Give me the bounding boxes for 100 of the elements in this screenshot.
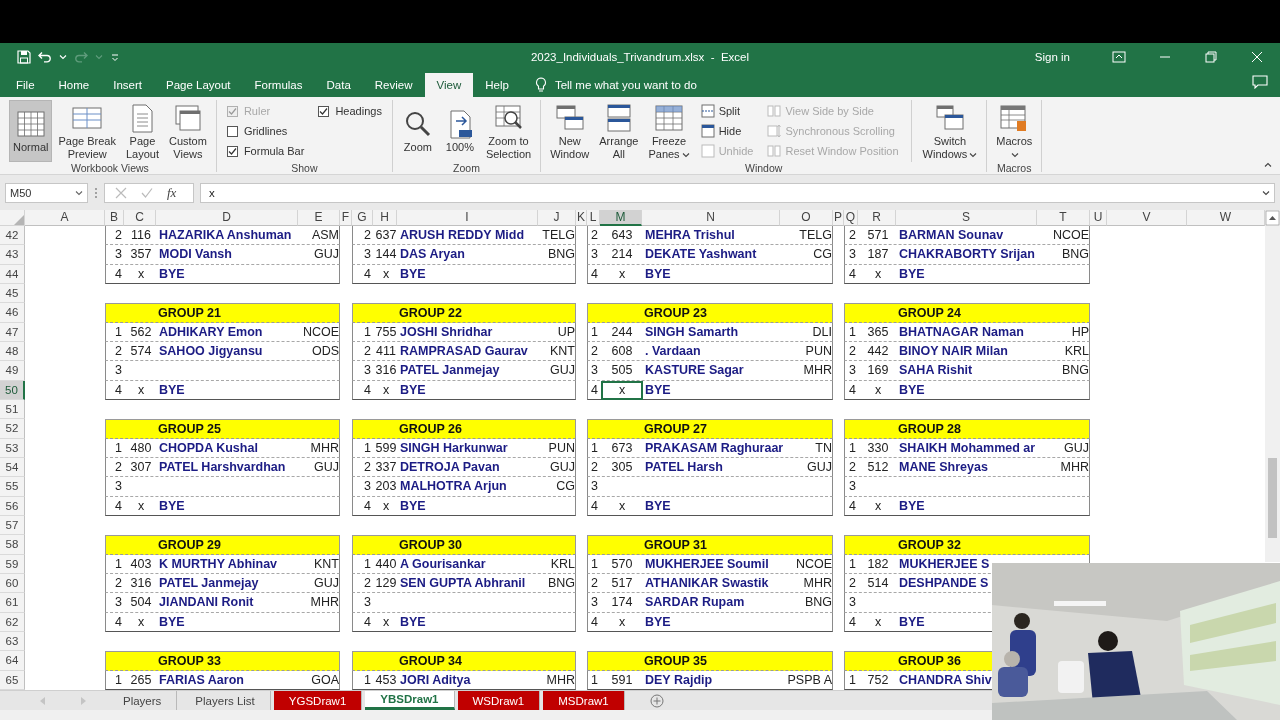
ribbon-tab[interactable]: Home xyxy=(46,73,102,97)
tell-me-field[interactable]: Tell me what you want to do xyxy=(554,79,697,91)
ribbon-button[interactable]: Zoom xyxy=(397,100,438,162)
ribbon-button[interactable]: Page Layout xyxy=(121,100,163,162)
group-header: GROUP 30 xyxy=(352,535,576,555)
column-header[interactable]: H xyxy=(373,210,397,226)
player-name: BYE xyxy=(399,497,427,515)
ribbon-tab[interactable]: View xyxy=(424,73,474,97)
ribbon-button[interactable]: Freeze Panes xyxy=(644,100,694,162)
player-name: SEN GUPTA Abhranil xyxy=(399,575,527,593)
add-sheet-icon[interactable] xyxy=(649,693,664,708)
sheet-tab[interactable]: YBSDraw1 xyxy=(365,691,455,710)
column-header[interactable]: R xyxy=(858,210,896,226)
ribbon-tab[interactable]: Help xyxy=(473,73,521,97)
column-header[interactable]: J xyxy=(538,210,576,226)
column-header[interactable]: Q xyxy=(844,210,858,226)
ribbon-button[interactable]: Custom Views xyxy=(164,100,211,162)
save-icon[interactable] xyxy=(17,49,31,64)
ribbon-button[interactable]: Page Break Preview xyxy=(54,100,120,162)
player-name: JIANDANI Ronit xyxy=(158,594,255,612)
checkbox-label[interactable]: Gridlines xyxy=(243,125,288,137)
checkbox[interactable] xyxy=(318,105,330,117)
column-header[interactable]: G xyxy=(352,210,373,226)
row-header[interactable]: 61 xyxy=(0,593,25,613)
ribbon-button[interactable]: New Window xyxy=(546,100,594,162)
grip-icon[interactable] xyxy=(94,185,98,200)
player-name: ADHIKARY Emon xyxy=(158,323,264,341)
player-name: BYE xyxy=(898,613,926,631)
sign-in-link[interactable]: Sign in xyxy=(1034,50,1070,63)
row-header[interactable]: 49 xyxy=(0,361,25,381)
caret-icon[interactable] xyxy=(1262,189,1270,196)
seed-number: 1 xyxy=(363,555,372,573)
ribbon-tab[interactable]: Page Layout xyxy=(154,73,243,97)
windows-icon xyxy=(553,103,586,133)
seed-number: 3 xyxy=(590,594,599,612)
column-header[interactable]: D xyxy=(156,210,298,226)
row-header[interactable]: 46 xyxy=(0,303,25,323)
comment-icon[interactable] xyxy=(1252,74,1268,89)
column-header[interactable]: F xyxy=(340,210,352,226)
checkbox-label[interactable]: Headings xyxy=(335,105,382,117)
caret-icon[interactable] xyxy=(1011,152,1020,158)
caret-icon[interactable] xyxy=(1264,162,1272,168)
seed-number: 2 xyxy=(114,227,123,245)
seed-number: 3 xyxy=(590,246,599,264)
column-header[interactable]: B xyxy=(105,210,124,226)
sheet-tab[interactable]: YGSDraw1 xyxy=(273,691,363,710)
scrollbar[interactable] xyxy=(1265,210,1280,562)
ribbon-button[interactable]: 100% xyxy=(439,100,480,162)
caret-icon[interactable] xyxy=(969,152,978,158)
column-header[interactable]: E xyxy=(298,210,340,226)
caret-icon[interactable] xyxy=(75,189,83,196)
row-header[interactable]: 42 xyxy=(0,226,25,246)
ribbon-button[interactable]: Zoom to Selection xyxy=(481,100,536,162)
checkbox-label[interactable]: Formula Bar xyxy=(243,145,305,157)
ribbon-button[interactable]: Split xyxy=(700,101,741,121)
column-header[interactable]: T xyxy=(1037,210,1090,226)
ribbon-button[interactable]: Arrange All xyxy=(595,100,643,162)
column-header[interactable]: U xyxy=(1090,210,1107,226)
ribbon-tab[interactable]: Review xyxy=(362,73,425,97)
column-header[interactable]: V xyxy=(1107,210,1187,226)
column-header[interactable]: S xyxy=(896,210,1037,226)
row-header[interactable]: 52 xyxy=(0,419,25,439)
caret-icon[interactable] xyxy=(681,152,690,158)
column-header[interactable]: N xyxy=(642,210,780,226)
column-header[interactable]: O xyxy=(780,210,833,226)
column-header[interactable]: C xyxy=(124,210,156,226)
player-id: 599 xyxy=(374,439,398,457)
lightbulb-icon[interactable] xyxy=(534,77,547,93)
ribbon-display-icon[interactable] xyxy=(1112,50,1126,63)
table-icon xyxy=(653,103,685,133)
undo-icon[interactable] xyxy=(38,50,52,63)
checkbox[interactable] xyxy=(226,125,238,137)
customize-icon[interactable] xyxy=(110,51,120,62)
ribbon-tab[interactable]: Insert xyxy=(101,73,154,97)
column-header[interactable]: L xyxy=(587,210,600,226)
name-box[interactable]: M50 xyxy=(5,182,88,203)
ribbon-button[interactable]: Normal xyxy=(9,100,53,162)
column-header[interactable]: A xyxy=(25,210,105,226)
restore-icon[interactable] xyxy=(1205,50,1217,63)
column-header[interactable]: W xyxy=(1187,210,1265,226)
ribbon-button[interactable]: Hide xyxy=(700,121,742,141)
formula-field[interactable]: x xyxy=(200,182,1275,203)
sheet-tab[interactable]: MSDraw1 xyxy=(543,691,625,710)
close-icon[interactable] xyxy=(1251,50,1263,63)
row-header[interactable]: 55 xyxy=(0,477,25,497)
row-header[interactable]: 43 xyxy=(0,245,25,265)
row-header[interactable]: 58 xyxy=(0,535,25,555)
ribbon-tab[interactable]: Data xyxy=(314,73,363,97)
ribbon-tab[interactable]: Formulas xyxy=(242,73,315,97)
ribbon-button[interactable]: Switch Windows xyxy=(918,100,982,162)
insert-function-button[interactable]: fx xyxy=(167,184,177,201)
sheet-tab[interactable]: WSDraw1 xyxy=(457,691,541,710)
column-header[interactable]: I xyxy=(397,210,538,226)
ribbon-button[interactable]: Macros xyxy=(992,100,1037,162)
ribbon-tab[interactable]: File xyxy=(4,73,47,97)
state-code: TELG xyxy=(798,227,833,245)
checkbox[interactable] xyxy=(226,145,238,157)
player-id: 187 xyxy=(866,246,890,264)
row-header[interactable]: 64 xyxy=(0,651,25,671)
column-header[interactable]: M xyxy=(600,210,642,226)
